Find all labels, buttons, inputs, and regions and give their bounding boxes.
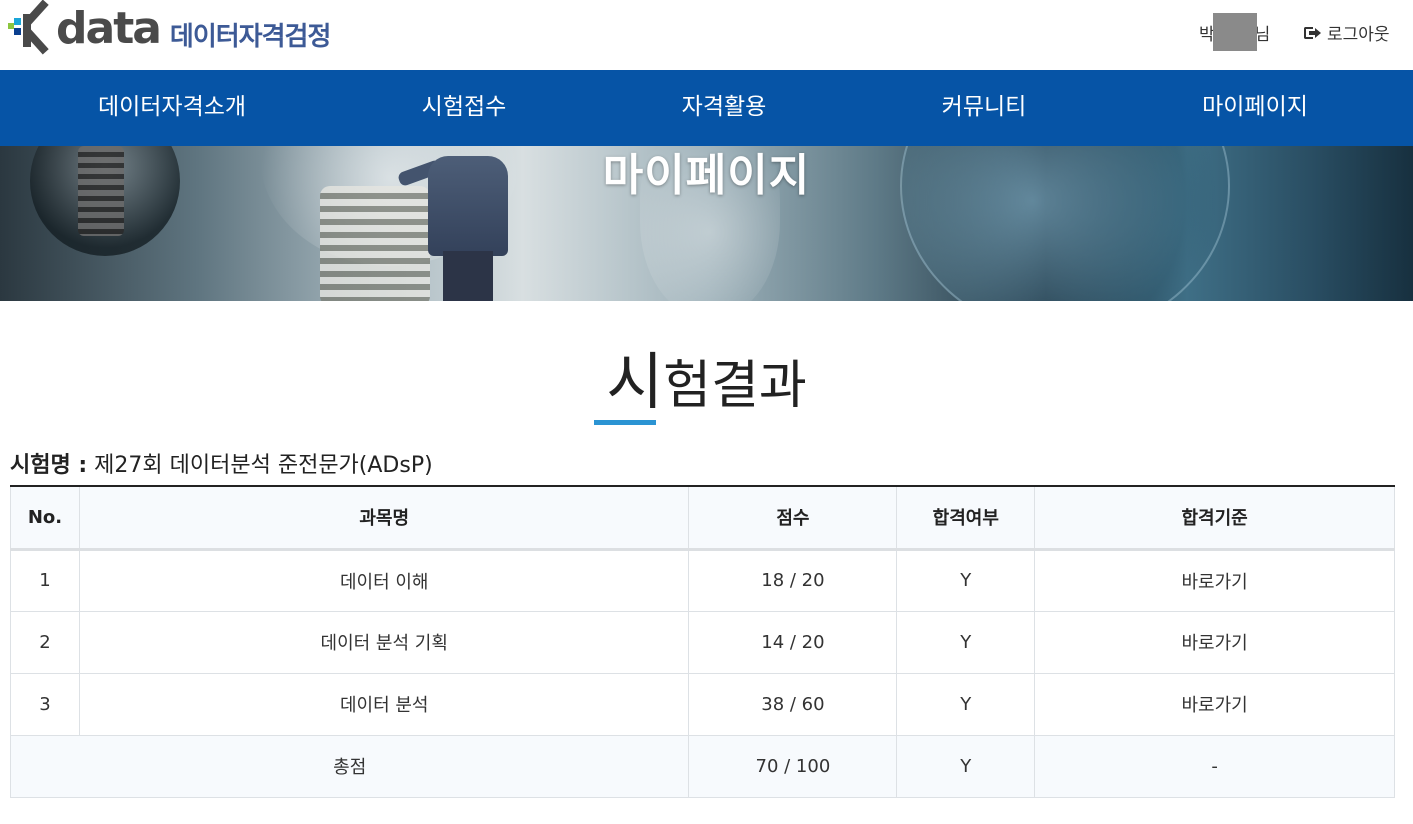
page-title: 시험결과 — [0, 340, 1413, 428]
kdata-logo[interactable]: data 데이터자격검정 — [8, 0, 331, 55]
column-header-pass: 합격여부 — [896, 485, 1036, 551]
nav-item-mypage[interactable]: 마이페이지 — [1180, 70, 1330, 146]
results-table: No. 과목명 점수 합격여부 합격기준 1 데이터 이해 18 / 20 Y … — [9, 485, 1395, 798]
cell-total-pass: Y — [896, 734, 1036, 798]
page-title-rest: 험결과 — [663, 356, 807, 416]
cell-no: 3 — [10, 672, 80, 736]
cell-pass: Y — [896, 672, 1036, 736]
nav-item-exam-registration[interactable]: 시험접수 — [400, 70, 528, 146]
cell-score: 38 / 60 — [688, 672, 898, 736]
cell-subject: 데이터 이해 — [78, 548, 690, 612]
cell-score: 18 / 20 — [688, 548, 898, 612]
page-title-first-char: 시 — [606, 345, 664, 418]
nav-item-community[interactable]: 커뮤니티 — [920, 70, 1048, 146]
cell-total-score: 70 / 100 — [688, 734, 898, 798]
hero-banner: 마이페이지 — [0, 146, 1413, 301]
cell-pass: Y — [896, 548, 1036, 612]
cell-no: 2 — [10, 610, 80, 674]
main-nav: 데이터자격소개 시험접수 자격활용 커뮤니티 마이페이지 — [0, 70, 1413, 146]
logout-label: 로그아웃 — [1327, 25, 1390, 45]
redacted-name-mask — [1213, 13, 1257, 51]
exam-name-label: 시험명 : — [10, 453, 88, 478]
cell-criteria-link[interactable]: 바로가기 — [1034, 672, 1395, 736]
cell-total-label: 총점 — [9, 734, 690, 798]
cell-criteria-link[interactable]: 바로가기 — [1034, 548, 1395, 612]
cell-pass: Y — [896, 610, 1036, 674]
site-header: data 데이터자격검정 박님 로그아웃 — [0, 0, 1413, 70]
column-header-criteria: 합격기준 — [1034, 485, 1395, 551]
cell-subject: 데이터 분석 기획 — [78, 610, 690, 674]
table-header-row: No. 과목명 점수 합격여부 합격기준 — [10, 485, 1395, 551]
cell-score: 14 / 20 — [688, 610, 898, 674]
title-underline — [594, 420, 656, 425]
exam-name-row: 시험명 : 제27회 데이터분석 준전문가(ADsP) — [10, 447, 433, 479]
logo-text: data — [56, 3, 162, 54]
exam-name-value: 제27회 데이터분석 준전문가(ADsP) — [87, 453, 433, 478]
cell-no: 1 — [10, 548, 80, 612]
kdata-logo-mark-icon — [8, 0, 58, 55]
column-header-subject: 과목명 — [78, 485, 690, 551]
column-header-no: No. — [10, 485, 80, 551]
logo-subtitle: 데이터자격검정 — [169, 21, 331, 52]
banner-title: 마이페이지 — [602, 150, 811, 201]
table-row: 3 데이터 분석 38 / 60 Y 바로가기 — [10, 672, 1395, 736]
table-row: 1 데이터 이해 18 / 20 Y 바로가기 — [10, 548, 1395, 612]
cell-subject: 데이터 분석 — [78, 672, 690, 736]
cell-total-criteria: - — [1034, 734, 1395, 798]
table-row: 2 데이터 분석 기획 14 / 20 Y 바로가기 — [10, 610, 1395, 674]
table-total-row: 총점 70 / 100 Y - — [9, 734, 1395, 798]
column-header-score: 점수 — [688, 485, 898, 551]
logout-button[interactable]: 로그아웃 — [1304, 20, 1390, 45]
nav-item-qualification-intro[interactable]: 데이터자격소개 — [86, 70, 258, 146]
nav-item-qualification-use[interactable]: 자격활용 — [660, 70, 788, 146]
logout-icon — [1304, 26, 1321, 40]
cell-criteria-link[interactable]: 바로가기 — [1034, 610, 1395, 674]
